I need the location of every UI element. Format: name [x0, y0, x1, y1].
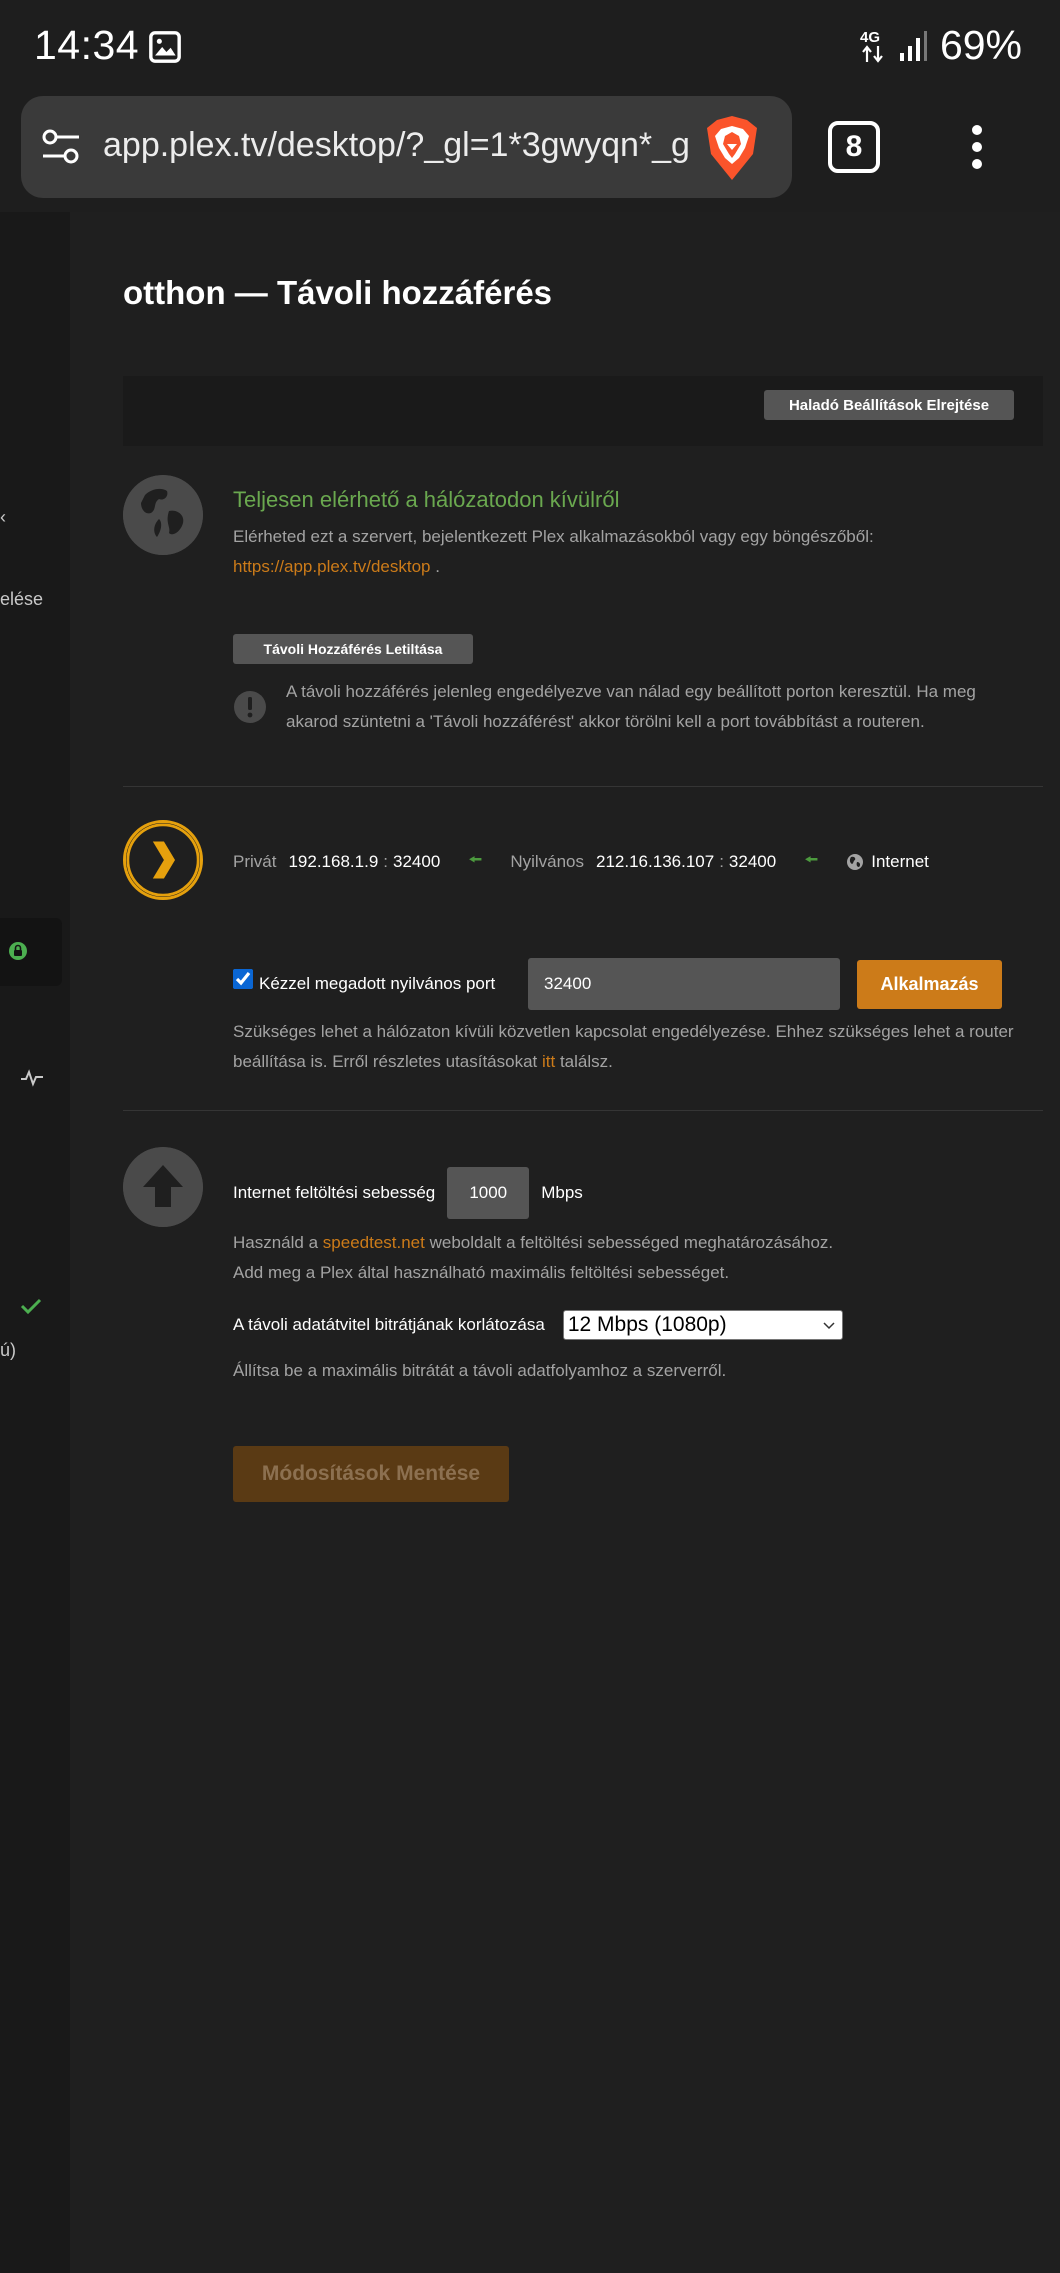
- upload-help-before: Használd a: [233, 1233, 323, 1252]
- port-help-after: találsz.: [555, 1052, 613, 1071]
- arrow-left-icon: 🠘: [804, 851, 819, 869]
- nav-partial-item-2[interactable]: elése: [0, 589, 43, 610]
- port-help-text: Szükséges lehet a hálózaton kívüli közve…: [233, 1017, 1033, 1077]
- status-bar: 14:34 4G 69%: [0, 0, 1060, 92]
- activity-icon[interactable]: [20, 1069, 44, 1087]
- globe-icon: [123, 475, 203, 555]
- battery-percent: 69%: [939, 22, 1022, 68]
- bitrate-select[interactable]: 12 Mbps (1080p): [562, 1310, 843, 1340]
- browser-toolbar: app.plex.tv/desktop/?_gl=1*3gwyqn*_g 8: [0, 92, 1060, 212]
- private-port: 32400: [393, 852, 441, 871]
- private-label: Privát: [233, 852, 277, 871]
- public-ip: 212.16.136.107: [596, 852, 715, 871]
- bitrate-help-text: Állítsa be a maximális bitrátát a távoli…: [233, 1361, 727, 1380]
- link-suffix: .: [430, 557, 440, 576]
- check-icon: [20, 1298, 42, 1315]
- url-bar[interactable]: app.plex.tv/desktop/?_gl=1*3gwyqn*_g: [21, 96, 792, 198]
- internet-label: Internet: [871, 852, 929, 871]
- signal-icon: [899, 30, 927, 61]
- public-port: 32400: [728, 852, 777, 871]
- status-right: 4G 69%: [860, 22, 1022, 69]
- url-text[interactable]: app.plex.tv/desktop/?_gl=1*3gwyqn*_g: [103, 126, 703, 170]
- upload-speed-input[interactable]: [447, 1167, 530, 1219]
- upload-speed-label: Internet feltöltési sebesség: [233, 1183, 436, 1202]
- upload-arrow-icon: [123, 1147, 203, 1227]
- chevron-down-icon: [823, 1322, 835, 1330]
- private-ip: 192.168.1.9: [288, 852, 379, 871]
- public-separator: :: [719, 852, 724, 871]
- nav-partial-item-1[interactable]: ‹: [0, 507, 6, 528]
- manual-port-checkbox[interactable]: [233, 969, 253, 989]
- speedtest-link[interactable]: speedtest.net: [323, 1233, 425, 1252]
- public-port-input[interactable]: [528, 958, 840, 1010]
- bitrate-selected-value: 12 Mbps (1080p): [567, 1313, 727, 1336]
- manual-port-label: Kézzel megadott nyilvános port: [259, 974, 496, 993]
- info-icon: [234, 691, 266, 723]
- tab-count-button[interactable]: 8: [828, 121, 880, 173]
- upload-help-line2: Add meg a Plex által használható maximál…: [233, 1263, 730, 1282]
- left-nav: ‹ elése ú): [0, 212, 70, 2273]
- apply-button[interactable]: Alkalmazás: [857, 960, 1002, 1009]
- page-content: ‹ elése ú) otthon — Távoli hozzáférés Ha…: [0, 212, 1060, 2273]
- hide-advanced-button[interactable]: Haladó Beállítások Elrejtése: [764, 390, 1014, 420]
- main-panel: otthon — Távoli hozzáférés Haladó Beállí…: [70, 212, 1060, 2273]
- disable-remote-access-button[interactable]: Távoli Hozzáférés Letiltása: [233, 634, 473, 664]
- upload-speed-row: Internet feltöltési sebesség Mbps: [233, 1167, 583, 1219]
- upload-help-after: weboldalt a feltöltési sebességed meghat…: [424, 1233, 834, 1252]
- arrow-left-icon: 🠘: [468, 851, 483, 869]
- private-separator: :: [383, 852, 389, 871]
- plex-desktop-link[interactable]: https://app.plex.tv/desktop: [233, 557, 431, 576]
- network-4g-icon: 4G: [860, 29, 883, 63]
- brave-lion-icon[interactable]: [701, 114, 763, 182]
- port-help-before: Szükséges lehet a hálózaton kívüli közve…: [233, 1022, 1014, 1071]
- kebab-menu-icon[interactable]: [961, 122, 993, 172]
- public-label: Nyilvános: [510, 852, 585, 871]
- plex-logo-icon: [123, 820, 203, 900]
- remote-access-info: A távoli hozzáférés jelenleg engedélyezv…: [286, 682, 976, 731]
- port-mapping-row: Privát 192.168.1.9 : 32400 🠘 Nyilvános 2…: [233, 847, 929, 877]
- bitrate-row: A távoli adatátvitel bitrátjának korláto…: [233, 1310, 843, 1340]
- network-label: 4G: [860, 29, 880, 46]
- nav-partial-item-3[interactable]: ú): [0, 1340, 16, 1361]
- section-divider-1: [123, 786, 1043, 787]
- gallery-icon: [149, 31, 181, 63]
- upload-help-text: Használd a speedtest.net weboldalt a fel…: [233, 1228, 1033, 1288]
- status-title: Teljesen elérhető a hálózatodon kívülről: [233, 487, 620, 512]
- status-description-text: Elérheted ezt a szervert, bejelentkezett…: [233, 527, 874, 546]
- globe-small-icon: [847, 854, 864, 870]
- section-divider-2: [123, 1110, 1043, 1111]
- tune-icon[interactable]: [41, 127, 81, 167]
- lock-icon: [9, 942, 27, 960]
- nav-item-remote-access-active[interactable]: [0, 918, 62, 986]
- save-changes-button[interactable]: Módosítások Mentése: [233, 1446, 509, 1502]
- status-description: Elérheted ezt a szervert, bejelentkezett…: [233, 522, 1033, 582]
- status-time: 14:34: [34, 22, 140, 68]
- page-title: otthon — Távoli hozzáférés: [123, 274, 553, 311]
- bitrate-label: A távoli adatátvitel bitrátjának korláto…: [233, 1315, 545, 1334]
- upload-speed-unit: Mbps: [541, 1183, 583, 1202]
- instructions-link[interactable]: itt: [542, 1052, 555, 1071]
